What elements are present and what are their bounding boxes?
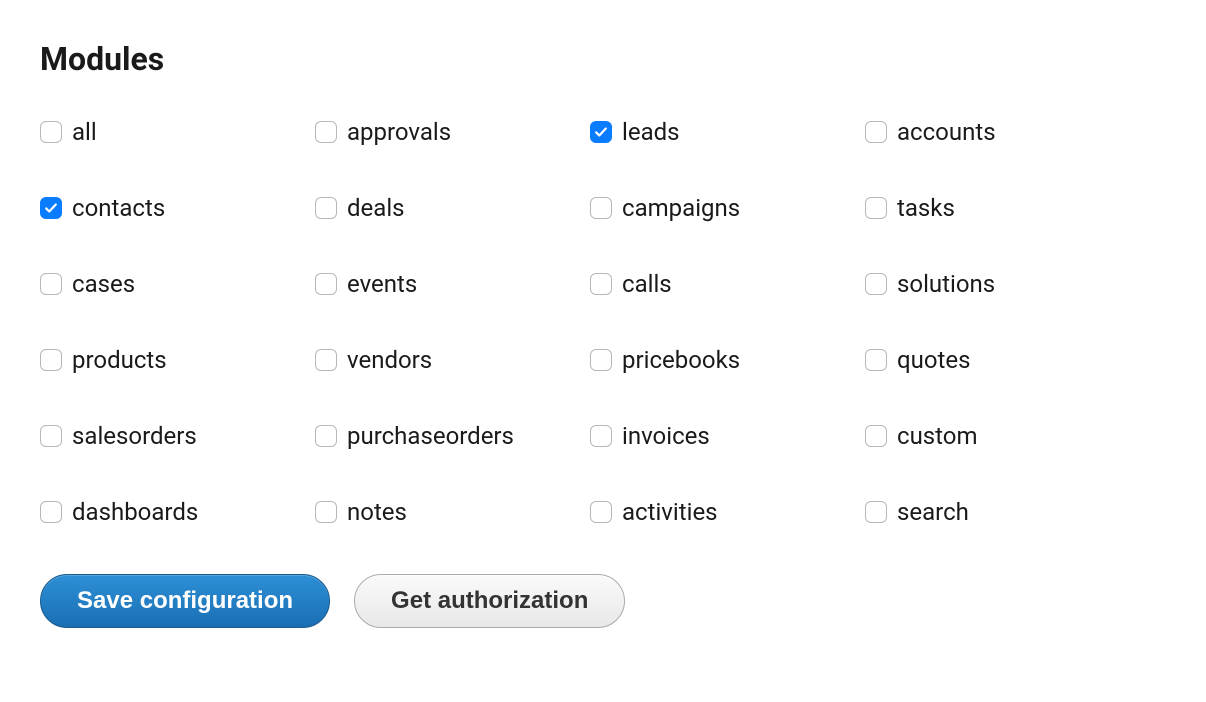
- checkbox-box-quotes[interactable]: [865, 349, 887, 371]
- checkbox-label-approvals: approvals: [347, 118, 451, 146]
- checkbox-label-notes: notes: [347, 498, 407, 526]
- button-row: Save configuration Get authorization: [40, 574, 1166, 628]
- checkbox-box-leads[interactable]: [590, 121, 612, 143]
- checkbox-label-activities: activities: [622, 498, 718, 526]
- checkbox-box-contacts[interactable]: [40, 197, 62, 219]
- checkbox-label-contacts: contacts: [72, 194, 165, 222]
- checkbox-events[interactable]: events: [315, 270, 590, 298]
- checkbox-vendors[interactable]: vendors: [315, 346, 590, 374]
- checkbox-label-quotes: quotes: [897, 346, 971, 374]
- checkbox-box-deals[interactable]: [315, 197, 337, 219]
- checkbox-box-solutions[interactable]: [865, 273, 887, 295]
- checkbox-label-campaigns: campaigns: [622, 194, 740, 222]
- checkbox-box-custom[interactable]: [865, 425, 887, 447]
- get-authorization-button[interactable]: Get authorization: [354, 574, 625, 628]
- checkbox-leads[interactable]: leads: [590, 118, 865, 146]
- checkbox-box-invoices[interactable]: [590, 425, 612, 447]
- checkbox-accounts[interactable]: accounts: [865, 118, 1140, 146]
- checkbox-box-notes[interactable]: [315, 501, 337, 523]
- checkbox-label-cases: cases: [72, 270, 135, 298]
- checkbox-salesorders[interactable]: salesorders: [40, 422, 315, 450]
- checkbox-box-calls[interactable]: [590, 273, 612, 295]
- checkbox-label-products: products: [72, 346, 167, 374]
- checkbox-label-calls: calls: [622, 270, 672, 298]
- checkbox-label-deals: deals: [347, 194, 405, 222]
- checkbox-label-pricebooks: pricebooks: [622, 346, 740, 374]
- checkbox-box-pricebooks[interactable]: [590, 349, 612, 371]
- checkbox-box-events[interactable]: [315, 273, 337, 295]
- modules-grid: all approvals leads accounts contacts deals ca…: [40, 118, 1140, 526]
- checkbox-deals[interactable]: deals: [315, 194, 590, 222]
- checkbox-box-all[interactable]: [40, 121, 62, 143]
- checkbox-products[interactable]: products: [40, 346, 315, 374]
- checkbox-solutions[interactable]: solutions: [865, 270, 1140, 298]
- modules-heading: Modules: [40, 40, 1166, 78]
- checkbox-box-vendors[interactable]: [315, 349, 337, 371]
- checkbox-quotes[interactable]: quotes: [865, 346, 1140, 374]
- checkbox-box-products[interactable]: [40, 349, 62, 371]
- checkbox-label-leads: leads: [622, 118, 680, 146]
- checkbox-label-dashboards: dashboards: [72, 498, 198, 526]
- checkbox-activities[interactable]: activities: [590, 498, 865, 526]
- checkbox-all[interactable]: all: [40, 118, 315, 146]
- checkbox-notes[interactable]: notes: [315, 498, 590, 526]
- checkbox-label-all: all: [72, 118, 97, 146]
- checkbox-pricebooks[interactable]: pricebooks: [590, 346, 865, 374]
- checkbox-box-dashboards[interactable]: [40, 501, 62, 523]
- checkbox-label-solutions: solutions: [897, 270, 995, 298]
- checkbox-label-invoices: invoices: [622, 422, 710, 450]
- checkbox-label-salesorders: salesorders: [72, 422, 197, 450]
- checkbox-label-vendors: vendors: [347, 346, 432, 374]
- checkbox-contacts[interactable]: contacts: [40, 194, 315, 222]
- checkbox-box-tasks[interactable]: [865, 197, 887, 219]
- checkbox-label-events: events: [347, 270, 417, 298]
- checkbox-box-search[interactable]: [865, 501, 887, 523]
- checkbox-tasks[interactable]: tasks: [865, 194, 1140, 222]
- checkbox-approvals[interactable]: approvals: [315, 118, 590, 146]
- checkbox-box-approvals[interactable]: [315, 121, 337, 143]
- checkbox-campaigns[interactable]: campaigns: [590, 194, 865, 222]
- checkbox-dashboards[interactable]: dashboards: [40, 498, 315, 526]
- checkbox-invoices[interactable]: invoices: [590, 422, 865, 450]
- checkbox-label-custom: custom: [897, 422, 978, 450]
- checkbox-box-cases[interactable]: [40, 273, 62, 295]
- checkbox-custom[interactable]: custom: [865, 422, 1140, 450]
- checkbox-box-salesorders[interactable]: [40, 425, 62, 447]
- checkbox-calls[interactable]: calls: [590, 270, 865, 298]
- checkbox-label-search: search: [897, 498, 969, 526]
- check-icon: [594, 125, 608, 139]
- check-icon: [44, 201, 58, 215]
- checkbox-label-purchaseorders: purchaseorders: [347, 422, 514, 450]
- checkbox-box-purchaseorders[interactable]: [315, 425, 337, 447]
- checkbox-box-activities[interactable]: [590, 501, 612, 523]
- checkbox-cases[interactable]: cases: [40, 270, 315, 298]
- checkbox-label-tasks: tasks: [897, 194, 955, 222]
- save-configuration-button[interactable]: Save configuration: [40, 574, 330, 628]
- checkbox-purchaseorders[interactable]: purchaseorders: [315, 422, 590, 450]
- checkbox-box-campaigns[interactable]: [590, 197, 612, 219]
- checkbox-label-accounts: accounts: [897, 118, 996, 146]
- checkbox-box-accounts[interactable]: [865, 121, 887, 143]
- checkbox-search[interactable]: search: [865, 498, 1140, 526]
